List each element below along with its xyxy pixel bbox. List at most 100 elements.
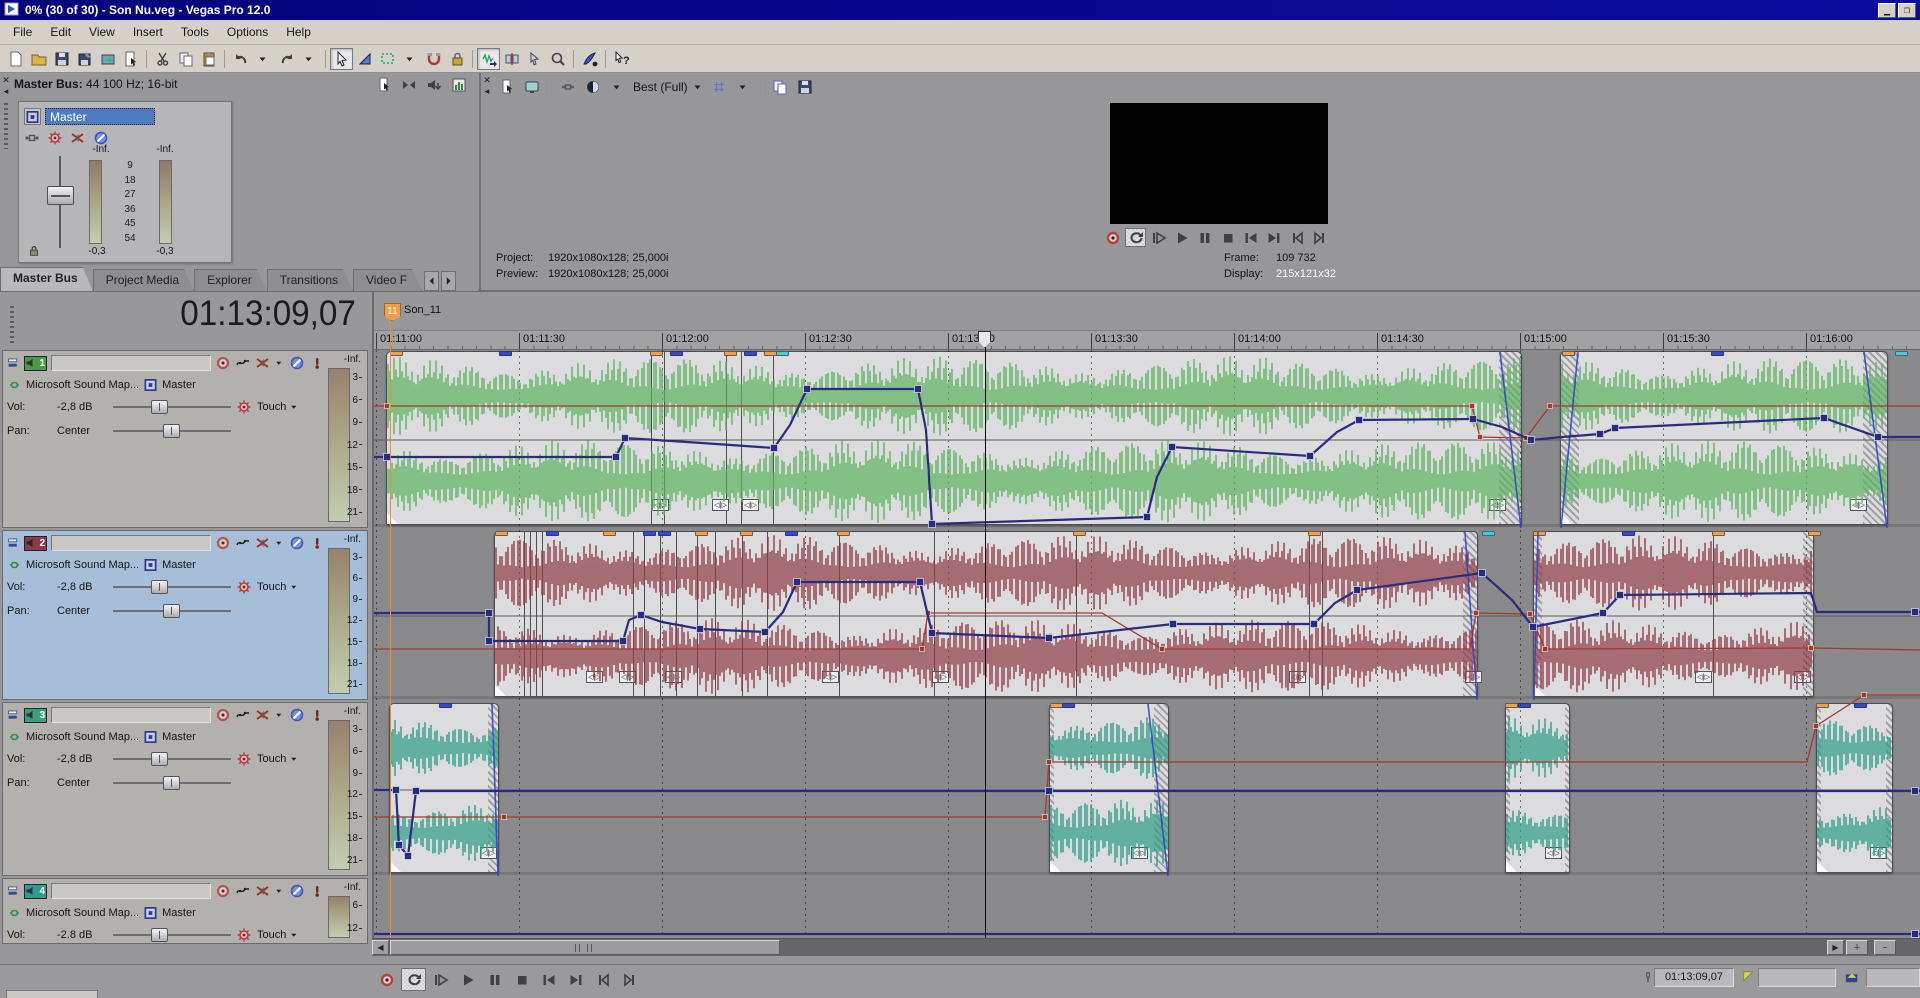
track-device-name[interactable]: Microsoft Sound Map... [26,559,139,571]
save-snapshot-icon[interactable] [794,76,817,98]
stop-icon[interactable] [1217,228,1238,247]
track-minimize-icon[interactable] [7,535,20,551]
stop-icon[interactable] [509,968,534,991]
scroll-right-icon[interactable]: ▶ [1827,940,1844,955]
previous-frame-icon[interactable] [1286,228,1307,247]
dock-bottom-tab[interactable] [6,990,98,998]
menu-item-help[interactable]: Help [277,22,320,42]
previous-frame-icon[interactable] [590,968,615,991]
track-header-1[interactable]: 1-Inf.Microsoft Sound Map...MasterVol:-2… [2,350,368,528]
track-minimize-icon[interactable] [7,707,20,723]
time-display-grip[interactable] [10,306,14,346]
vol-slider-thumb[interactable] [151,580,168,594]
enable-snapping-icon[interactable] [422,48,445,70]
track-name-input[interactable] [51,535,211,551]
menu-item-options[interactable]: Options [218,22,277,42]
track-header-3[interactable]: 3-Inf.Microsoft Sound Map...MasterVol:-2… [2,702,368,876]
track-minimize-icon[interactable] [7,355,20,371]
pan-value[interactable]: Center [57,777,109,789]
meter-options-icon[interactable] [449,76,468,93]
time-ruler[interactable]: 01:11:0001:11:3001:12:0001:12:3001:13:00… [374,330,1920,350]
record-arm-icon[interactable] [215,355,231,371]
pause-icon[interactable] [1194,228,1215,247]
menu-item-edit[interactable]: Edit [41,22,80,42]
marker-bar[interactable]: 11 Son_11 [374,292,1920,330]
vol-slider[interactable] [113,928,231,942]
track-phase-icon[interactable] [309,883,325,899]
auto-hide-icon[interactable]: ◂ [4,86,9,97]
track-envelope-icon[interactable] [235,883,251,899]
pan-slider-thumb[interactable] [163,776,180,790]
vol-slider-thumb[interactable] [151,752,168,766]
bus-view-icon[interactable] [24,108,41,125]
record-arm-icon[interactable] [215,535,231,551]
track-envelope-icon[interactable] [235,355,251,371]
bus-properties-icon[interactable] [374,76,393,93]
external-monitor-icon[interactable] [520,76,543,98]
copy-snapshot-icon[interactable] [769,76,792,98]
envelope-edit-tool-icon[interactable] [353,48,376,70]
tab-video-f[interactable]: Video F [353,269,422,291]
preview-quality-value[interactable]: Best (Full) [633,80,688,94]
edit-cursor-icon[interactable] [523,48,546,70]
vol-value[interactable]: -2,8 dB [57,581,109,593]
track-envelope-icon[interactable] [235,707,251,723]
paste-icon[interactable] [197,48,220,70]
go-to-end-icon[interactable] [563,968,588,991]
auto-hide-icon[interactable]: ◂ [485,86,490,97]
track-solo-icon[interactable] [289,535,305,551]
open-project-icon[interactable] [27,48,50,70]
vol-slider[interactable] [113,580,231,594]
next-frame-icon[interactable] [617,968,642,991]
auto-ripple-icon[interactable] [477,48,500,70]
bus-assign-icon[interactable] [143,729,158,745]
automation-mode[interactable]: Touch [257,929,286,941]
menu-item-file[interactable]: File [4,22,41,42]
pan-slider-thumb[interactable] [163,604,180,618]
cursor-time-field[interactable]: 01:13:09,07 [1654,968,1734,987]
track-device-name[interactable]: Microsoft Sound Map... [26,907,139,919]
pan-value[interactable]: Center [57,605,109,617]
track-envelope-icon[interactable] [235,535,251,551]
automation-settings-icon[interactable] [235,927,253,943]
pan-slider[interactable] [113,776,231,790]
record-icon[interactable] [1102,228,1123,247]
overlays-grid-icon[interactable] [708,76,731,98]
track-name-input[interactable] [51,355,211,371]
device-chain-icon[interactable] [7,377,22,393]
tab-transitions[interactable]: Transitions [267,269,353,291]
dropdown-icon[interactable] [399,48,422,70]
time-display[interactable]: 01:13:09,07 [180,294,356,334]
redo-icon[interactable] [275,48,298,70]
track-name-input[interactable] [51,707,211,723]
save-project-icon[interactable] [50,48,73,70]
bus-assign-icon[interactable] [143,905,158,921]
zoom-out-icon[interactable]: − [1874,940,1896,955]
pan-slider-thumb[interactable] [163,424,180,438]
master-fader-handle[interactable] [47,186,74,205]
device-chain-icon[interactable] [7,557,22,573]
track-bus-name[interactable]: Master [162,379,196,391]
normal-edit-tool-icon[interactable] [330,48,353,70]
mute-dropdown-icon[interactable] [275,883,285,899]
dropdown-icon[interactable] [252,48,275,70]
whats-this-help-icon[interactable]: ? [610,48,633,70]
automation-dropdown-icon[interactable] [290,579,300,595]
track-solo-icon[interactable] [289,355,305,371]
minimize-button[interactable]: ▁ [1878,3,1896,18]
track-phase-icon[interactable] [309,535,325,551]
menu-item-tools[interactable]: Tools [172,22,218,42]
automation-settings-icon[interactable] [235,399,253,415]
track-device-name[interactable]: Microsoft Sound Map... [26,379,139,391]
undo-icon[interactable] [229,48,252,70]
mute-dropdown-icon[interactable] [275,355,285,371]
vol-slider[interactable] [113,752,231,766]
io-routing-icon[interactable] [24,130,40,146]
tab-project-media[interactable]: Project Media [93,269,194,291]
track-mute-icon[interactable] [255,535,271,551]
preview-properties-icon[interactable] [495,76,518,98]
timeline-horizontal-scrollbar[interactable]: ◀ ▶ ＋ − [372,938,1920,956]
track-bus-name[interactable]: Master [162,907,196,919]
marker-tag[interactable]: 11 [384,303,401,321]
bus-assign-icon[interactable] [143,377,158,393]
